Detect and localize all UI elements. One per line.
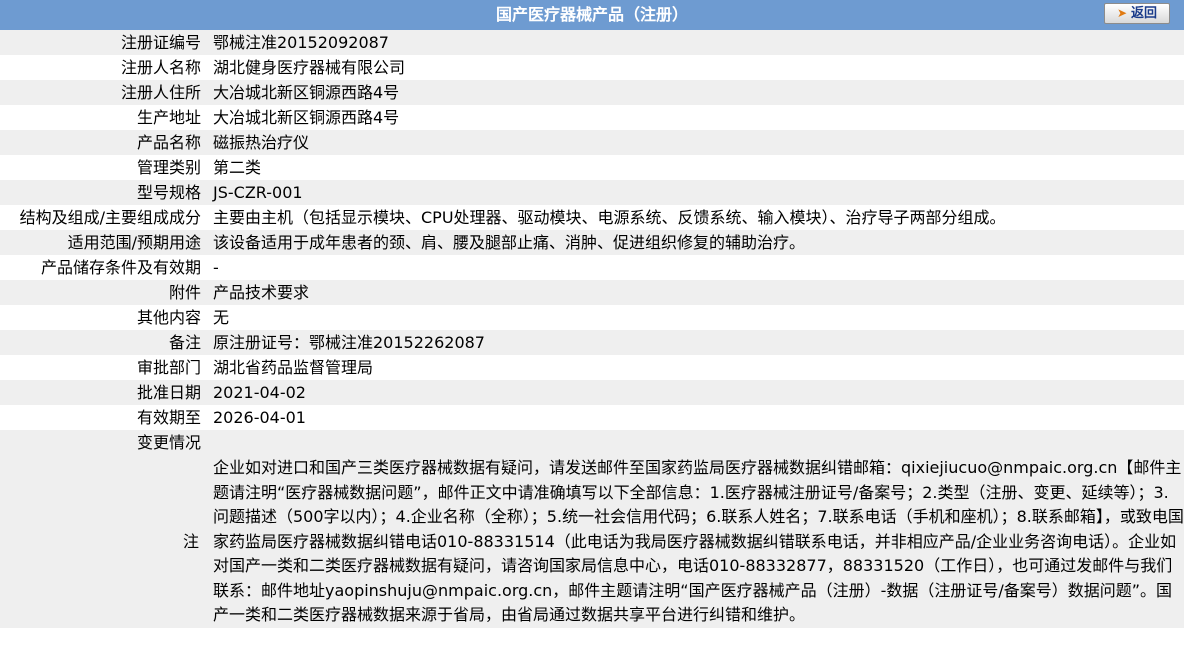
field-label-registration-no: 注册证编号 [0,30,203,55]
arrow-right-icon: ➤ [1116,6,1128,20]
table-row: 其他内容 无 [0,305,1184,330]
field-value-valid-until: 2026-04-01 [203,405,1184,430]
field-label-approval-date: 批准日期 [0,380,203,405]
field-label-storage: 产品储存条件及有效期 [0,255,203,280]
table-row: 产品储存条件及有效期 - [0,255,1184,280]
field-value-approval-date: 2021-04-02 [203,380,1184,405]
field-value-production-address: 大冶城北新区铜源西路4号 [203,105,1184,130]
field-value-remark: 原注册证号：鄂械注准20152262087 [203,330,1184,355]
field-value-structure: 主要由主机（包括显示模块、CPU处理器、驱动模块、电源系统、反馈系统、输入模块）… [203,205,1184,230]
back-button[interactable]: ➤ 返回 [1104,3,1170,24]
field-value-category: 第二类 [203,155,1184,180]
table-row: 型号规格 JS-CZR-001 [0,180,1184,205]
field-label-attachment: 附件 [0,280,203,305]
field-label-registrant-name: 注册人名称 [0,55,203,80]
field-value-model: JS-CZR-001 [203,180,1184,205]
table-row: 附件 产品技术要求 [0,280,1184,305]
table-row-note: 注 企业如对进口和国产三类医疗器械数据有疑问，请发送邮件至国家药监局医疗器械数据… [0,455,1184,628]
table-row: 生产地址 大冶城北新区铜源西路4号 [0,105,1184,130]
field-value-other: 无 [203,305,1184,330]
field-value-registrant-name: 湖北健身医疗器械有限公司 [203,55,1184,80]
back-button-label: 返回 [1131,6,1158,21]
field-value-attachment: 产品技术要求 [203,280,1184,305]
table-row: 审批部门 湖北省药品监督管理局 [0,355,1184,380]
field-label-intended-use: 适用范围/预期用途 [0,230,203,255]
field-label-structure: 结构及组成/主要组成成分 [0,205,203,230]
field-label-category: 管理类别 [0,155,203,180]
field-value-intended-use: 该设备适用于成年患者的颈、肩、腰及腿部止痛、消肿、促进组织修复的辅助治疗。 [203,230,1184,255]
field-value-product-name: 磁振热治疗仪 [203,130,1184,155]
field-label-production-address: 生产地址 [0,105,203,130]
field-value-approval-dept: 湖北省药品监督管理局 [203,355,1184,380]
table-row: 批准日期 2021-04-02 [0,380,1184,405]
field-label-valid-until: 有效期至 [0,405,203,430]
table-row: 管理类别 第二类 [0,155,1184,180]
page-title: 国产医疗器械产品（注册） [495,5,688,24]
table-row: 结构及组成/主要组成成分 主要由主机（包括显示模块、CPU处理器、驱动模块、电源… [0,205,1184,230]
note-text: 企业如对进口和国产三类医疗器械数据有疑问，请发送邮件至国家药监局医疗器械数据纠错… [203,455,1184,628]
table-row: 产品名称 磁振热治疗仪 [0,130,1184,155]
field-label-changes: 变更情况 [0,430,203,455]
field-value-registration-no: 鄂械注准20152092087 [203,30,1184,55]
field-label-product-name: 产品名称 [0,130,203,155]
field-label-model: 型号规格 [0,180,203,205]
field-label-approval-dept: 审批部门 [0,355,203,380]
field-value-storage: - [203,255,1184,280]
table-row: 注册人住所 大冶城北新区铜源西路4号 [0,80,1184,105]
page-header: 国产医疗器械产品（注册） ➤ 返回 [0,0,1184,30]
table-row: 注册人名称 湖北健身医疗器械有限公司 [0,55,1184,80]
table-row: 备注 原注册证号：鄂械注准20152262087 [0,330,1184,355]
detail-table: 注册证编号 鄂械注准20152092087 注册人名称 湖北健身医疗器械有限公司… [0,30,1184,628]
table-row: 适用范围/预期用途 该设备适用于成年患者的颈、肩、腰及腿部止痛、消肿、促进组织修… [0,230,1184,255]
table-row: 变更情况 [0,430,1184,455]
field-label-other: 其他内容 [0,305,203,330]
table-row: 有效期至 2026-04-01 [0,405,1184,430]
field-value-changes [203,430,1184,455]
field-value-registrant-address: 大冶城北新区铜源西路4号 [203,80,1184,105]
note-label: 注 [0,455,203,628]
table-row: 注册证编号 鄂械注准20152092087 [0,30,1184,55]
field-label-remark: 备注 [0,330,203,355]
field-label-registrant-address: 注册人住所 [0,80,203,105]
